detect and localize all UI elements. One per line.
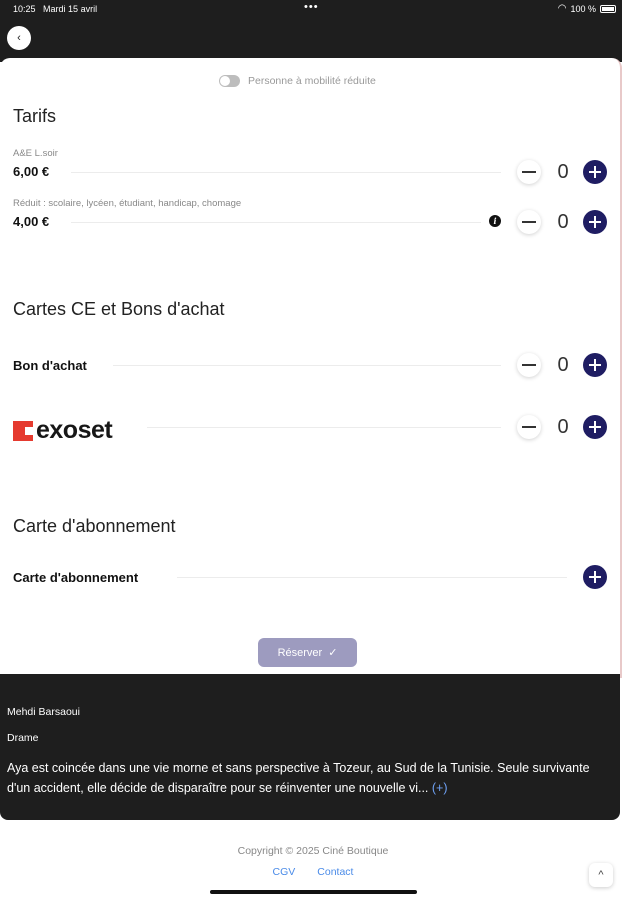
info-icon[interactable]: i <box>489 215 501 227</box>
quantity-count: 0 <box>557 354 569 376</box>
movie-synopsis: Aya est coincée dans une vie morne et sa… <box>7 758 607 798</box>
scroll-top-button[interactable]: ^ <box>589 863 613 887</box>
reserve-label: Réserver <box>277 646 323 659</box>
section-title-tarifs: Tarifs <box>13 106 57 126</box>
divider <box>113 365 501 366</box>
section-title-cartes: Cartes CE et Bons d'achat <box>13 299 225 319</box>
pmr-toggle-row: Personne à mobilité réduite <box>219 75 376 87</box>
movie-genre: Drame <box>7 732 39 744</box>
abonnement-row: Carte d'abonnement <box>13 564 613 590</box>
contact-link[interactable]: Contact <box>317 866 353 878</box>
chevron-up-icon: ^ <box>598 869 604 881</box>
abonnement-label: Carte d'abonnement <box>13 570 139 585</box>
plus-button[interactable] <box>583 160 607 184</box>
movie-director: Mehdi Barsaoui <box>7 706 80 718</box>
quantity-count: 0 <box>557 161 569 183</box>
battery-icon <box>600 4 616 13</box>
minus-button[interactable] <box>517 160 541 184</box>
divider <box>71 172 501 173</box>
minus-button[interactable] <box>517 415 541 439</box>
movie-info-panel: Mehdi Barsaoui Drame Aya est coincée dan… <box>0 674 620 820</box>
plus-button[interactable] <box>583 565 607 589</box>
footer-links: CGV Contact <box>0 866 626 878</box>
cgv-link[interactable]: CGV <box>273 866 296 878</box>
status-time: 10:25 Mardi 15 avril <box>13 4 98 14</box>
tarif-name: A&E L.soir <box>13 148 58 159</box>
synopsis-text: Aya est coincée dans une vie morne et sa… <box>7 761 590 795</box>
exoset-row: 0 <box>13 414 613 440</box>
wifi-icon: ◠ <box>557 3 567 14</box>
reserve-button[interactable]: Réserver ✓ <box>258 638 357 667</box>
back-button[interactable]: ‹ <box>7 26 31 50</box>
tarif-row: A&E L.soir 6,00 € 0 <box>13 148 613 184</box>
tarif-price: 6,00 € <box>13 164 50 179</box>
plus-button[interactable] <box>583 415 607 439</box>
battery-label: 100 % <box>570 3 596 14</box>
header-bar: 10:25 Mardi 15 avril ••• ◠ 100 % ‹ <box>0 0 622 62</box>
tarif-name: Réduit : scolaire, lycéen, étudiant, han… <box>13 198 242 209</box>
tarif-price: 4,00 € <box>13 214 50 229</box>
copyright: Copyright © 2025 Ciné Boutique <box>237 845 389 857</box>
quantity-count: 0 <box>557 211 569 233</box>
bon-achat-label: Bon d'achat <box>13 358 87 373</box>
pmr-toggle[interactable] <box>219 75 240 87</box>
pmr-label: Personne à mobilité réduite <box>248 75 376 87</box>
home-indicator[interactable] <box>210 890 417 894</box>
multitask-dots[interactable]: ••• <box>304 1 319 13</box>
divider <box>147 427 501 428</box>
back-arrow-icon: ‹ <box>17 32 21 44</box>
quantity-count: 0 <box>557 416 569 438</box>
divider <box>71 222 481 223</box>
tarif-row: Réduit : scolaire, lycéen, étudiant, han… <box>13 198 613 234</box>
divider <box>177 577 567 578</box>
check-icon: ✓ <box>328 647 338 659</box>
status-bar: 10:25 Mardi 15 avril ••• ◠ 100 % <box>0 0 622 18</box>
section-title-abonnement: Carte d'abonnement <box>13 516 176 536</box>
minus-button[interactable] <box>517 353 541 377</box>
status-right: ◠ 100 % <box>558 3 616 14</box>
plus-button[interactable] <box>583 210 607 234</box>
minus-button[interactable] <box>517 210 541 234</box>
plus-button[interactable] <box>583 353 607 377</box>
read-more-link[interactable]: (+) <box>432 781 448 795</box>
bon-achat-row: Bon d'achat 0 <box>13 352 613 378</box>
